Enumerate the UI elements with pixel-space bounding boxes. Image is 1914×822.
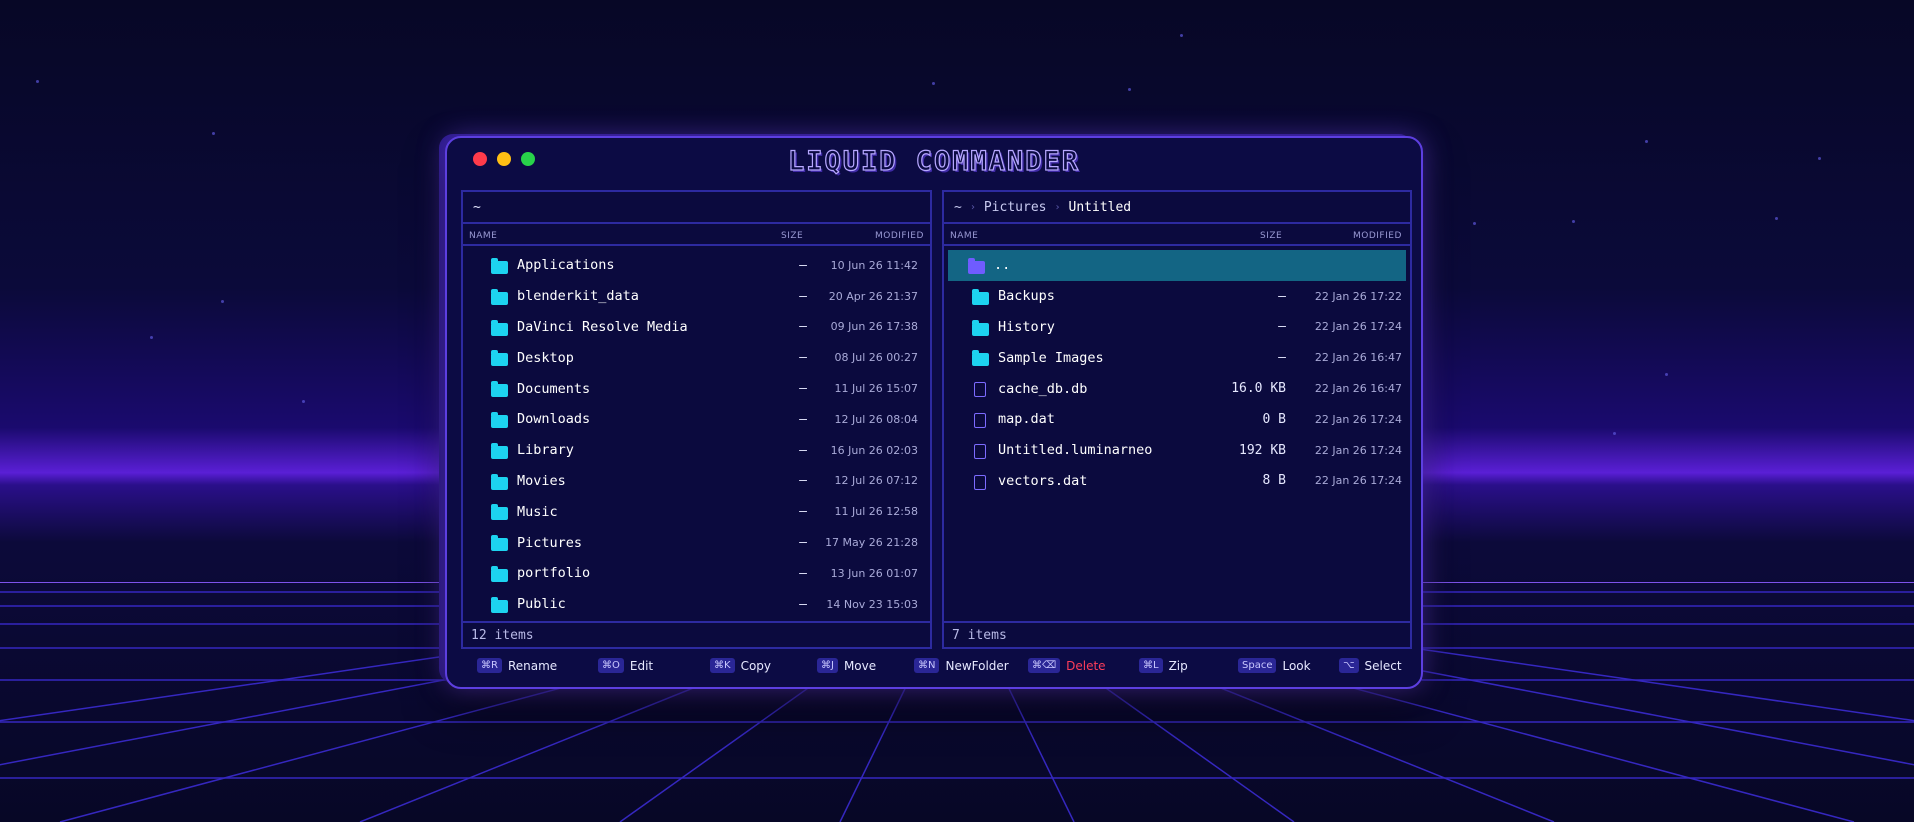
breadcrumb-untitled[interactable]: Untitled: [1069, 200, 1132, 215]
list-item[interactable]: cache_db.db 16.0 KB 22 Jan 26 16:47: [944, 373, 1410, 404]
file-icon: [972, 443, 986, 463]
file-icon: [972, 412, 986, 432]
list-item[interactable]: vectors.dat 8 B 22 Jan 26 17:24: [944, 466, 1410, 497]
right-column-headers: NAME SIZE MODIFIED: [944, 226, 1410, 246]
folder-icon: [491, 442, 508, 463]
title-bar[interactable]: LIQUID COMMANDER: [447, 138, 1421, 184]
left-pane[interactable]: ~ NAME SIZE MODIFIED Applications –10 Jun…: [461, 190, 932, 649]
delete-shortcut[interactable]: ⌘⌫ Delete: [1028, 658, 1106, 673]
left-status-bar: 12 items: [463, 621, 930, 647]
column-modified-header[interactable]: MODIFIED: [875, 231, 924, 241]
folder-icon: [491, 535, 508, 555]
edit-shortcut[interactable]: ⌘O Edit: [598, 658, 653, 673]
folder-icon: [491, 565, 508, 586]
right-file-list: .. Backups –22 Jan 26 17:22 History –22 Ja…: [944, 250, 1410, 496]
zip-shortcut[interactable]: ⌘L Zip: [1139, 658, 1188, 673]
folder-icon: [491, 596, 508, 617]
list-item[interactable]: Music –11 Jul 26 12:58: [463, 496, 930, 527]
folder-icon: [491, 288, 508, 309]
breadcrumb: ~ › Pictures › Untitled: [944, 192, 1410, 224]
list-item[interactable]: History –22 Jan 26 17:24: [944, 312, 1410, 343]
column-name-header[interactable]: NAME: [950, 231, 978, 241]
left-path: ~: [473, 199, 481, 215]
folder-icon: [972, 288, 989, 309]
list-item[interactable]: Sample Images –22 Jan 26 16:47: [944, 342, 1410, 373]
folder-icon: [491, 319, 508, 340]
right-status-bar: 7 items: [944, 621, 1410, 647]
list-item[interactable]: Library –16 Jun 26 02:03: [463, 435, 930, 466]
select-shortcut[interactable]: ⌥ Select: [1339, 658, 1402, 673]
list-item[interactable]: Public –14 Nov 23 15:03: [463, 589, 930, 620]
file-icon: [972, 382, 986, 401]
list-item[interactable]: Downloads –12 Jul 26 08:04: [463, 404, 930, 435]
new-folder-shortcut[interactable]: ⌘N NewFolder: [914, 658, 1009, 673]
folder-icon: [491, 473, 508, 494]
list-item[interactable]: map.dat 0 B 22 Jan 26 17:24: [944, 404, 1410, 435]
folder-icon: [968, 258, 985, 278]
file-icon: [972, 474, 986, 494]
column-modified-header[interactable]: MODIFIED: [1353, 231, 1402, 241]
list-item[interactable]: DaVinci Resolve Media –09 Jun 26 17:38: [463, 312, 930, 343]
file-manager-window: LIQUID COMMANDER ~ NAME SIZE MODIFIED Ap…: [445, 136, 1423, 689]
column-name-header[interactable]: NAME: [469, 231, 497, 241]
breadcrumb-home[interactable]: ~: [954, 200, 962, 215]
list-item-parent-selected[interactable]: ..: [948, 250, 1406, 281]
column-size-header[interactable]: SIZE: [1260, 231, 1282, 241]
folder-icon: [491, 258, 508, 278]
folder-icon: [972, 350, 989, 370]
left-column-headers: NAME SIZE MODIFIED: [463, 226, 930, 246]
list-item[interactable]: Desktop –08 Jul 26 00:27: [463, 342, 930, 373]
list-item[interactable]: Movies –12 Jul 26 07:12: [463, 466, 930, 497]
list-item[interactable]: portfolio –13 Jun 26 01:07: [463, 558, 930, 589]
list-item[interactable]: Backups –22 Jan 26 17:22: [944, 281, 1410, 312]
left-path-bar[interactable]: ~: [463, 192, 930, 224]
breadcrumb-pictures[interactable]: Pictures: [984, 200, 1047, 215]
rename-shortcut[interactable]: ⌘R Rename: [477, 658, 557, 673]
folder-icon: [491, 381, 508, 401]
right-pane[interactable]: ~ › Pictures › Untitled NAME SIZE MODIFI…: [942, 190, 1412, 649]
chevron-right-icon: ›: [969, 201, 976, 213]
list-item[interactable]: Documents –11 Jul 26 15:07: [463, 373, 930, 404]
list-item[interactable]: Applications –10 Jun 26 11:42: [463, 250, 930, 281]
left-file-list: Applications –10 Jun 26 11:42 blenderkit_…: [463, 250, 930, 620]
copy-shortcut[interactable]: ⌘K Copy: [710, 658, 771, 673]
folder-icon: [972, 319, 989, 340]
move-shortcut[interactable]: ⌘J Move: [817, 658, 876, 673]
app-title: LIQUID COMMANDER: [787, 145, 1081, 177]
folder-icon: [491, 504, 508, 524]
list-item[interactable]: blenderkit_data –20 Apr 26 21:37: [463, 281, 930, 312]
shortcut-bar: ⌘R Rename ⌘O Edit ⌘K Copy ⌘J Move ⌘N NewFolde…: [477, 658, 1402, 682]
chevron-right-icon: ›: [1054, 201, 1061, 213]
list-item[interactable]: Untitled.luminarneo 192 KB 22 Jan 26 17:24: [944, 435, 1410, 466]
column-size-header[interactable]: SIZE: [781, 231, 803, 241]
list-item[interactable]: Pictures –17 May 26 21:28: [463, 527, 930, 558]
look-shortcut[interactable]: Space Look: [1238, 658, 1311, 673]
folder-icon: [491, 350, 508, 370]
folder-icon: [491, 411, 508, 432]
